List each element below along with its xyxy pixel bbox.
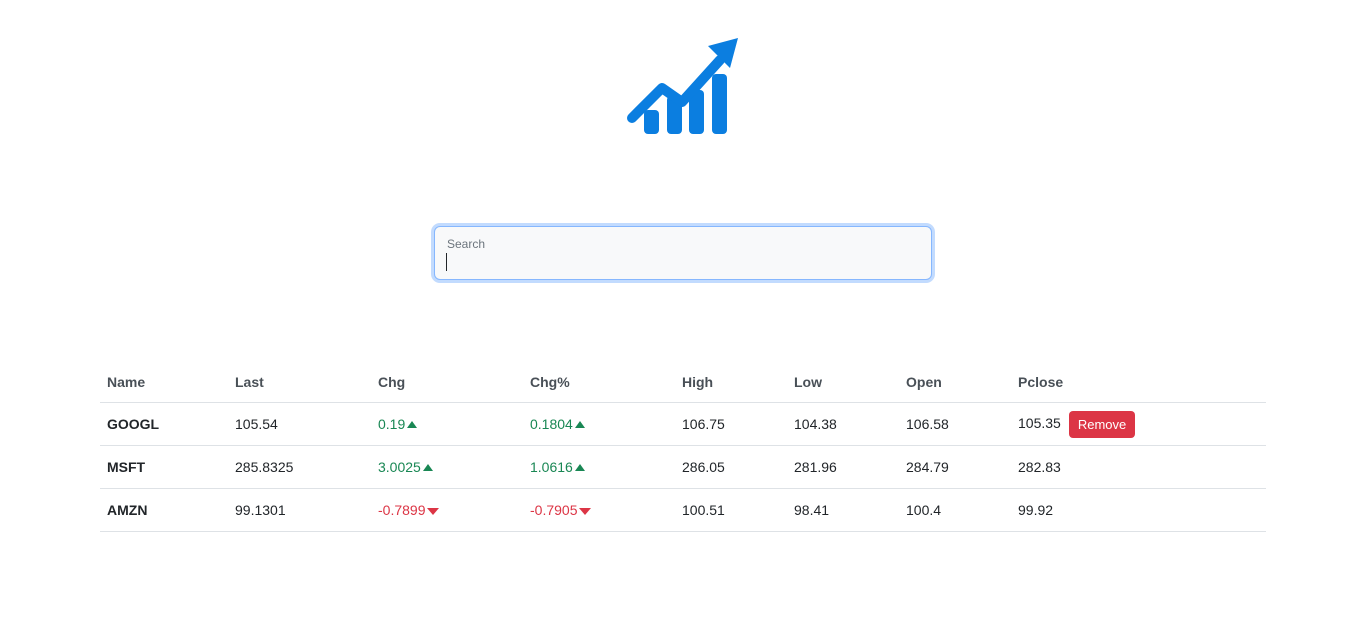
triangle-up-icon — [422, 463, 433, 471]
pclose-value: 99.92 — [1018, 502, 1054, 518]
cell-chg: 0.19 — [371, 402, 523, 446]
cell-open: 284.79 — [899, 445, 1011, 489]
cell-chg: 3.0025 — [371, 445, 523, 489]
column-header-open: Open — [899, 362, 1011, 403]
chg-value: 3.0025 — [378, 459, 421, 475]
cell-low: 281.96 — [787, 445, 899, 489]
pclose-value: 105.35 — [1018, 414, 1061, 431]
triangle-up-icon — [574, 463, 585, 471]
chg-pct-value: 1.0616 — [530, 459, 573, 475]
cell-high: 106.75 — [675, 402, 787, 446]
search-input[interactable] — [443, 251, 917, 275]
triangle-down-icon — [579, 507, 592, 515]
remove-button[interactable]: Remove — [1068, 410, 1136, 438]
cell-low: 98.41 — [787, 488, 899, 532]
cell-name: GOOGL — [100, 402, 228, 446]
column-header-chg-pct: Chg% — [523, 362, 675, 403]
column-header-high: High — [675, 362, 787, 403]
triangle-down-icon — [427, 507, 440, 515]
chg-pct-value: -0.7905 — [530, 502, 578, 518]
table-row: GOOGL 105.54 0.19 0.1804 106.75 104.38 1… — [100, 402, 1266, 446]
cell-pclose: 99.92 — [1011, 488, 1266, 532]
cell-chg-pct: -0.7905 — [523, 488, 675, 532]
search-box[interactable]: Search — [434, 226, 932, 280]
cell-high: 100.51 — [675, 488, 787, 532]
column-header-chg: Chg — [371, 362, 523, 403]
cell-last: 105.54 — [228, 402, 371, 446]
cell-name: AMZN — [100, 488, 228, 532]
chg-value: 0.19 — [378, 416, 406, 432]
chart-line-up-icon — [627, 38, 738, 134]
cell-open: 106.58 — [899, 402, 1011, 446]
table-header-row: Name Last Chg Chg% High Low Open Pclose — [100, 362, 1266, 403]
cell-last: 99.1301 — [228, 488, 371, 532]
cell-pclose: 105.35 Remove — [1011, 402, 1266, 446]
cell-chg-pct: 1.0616 — [523, 445, 675, 489]
column-header-low: Low — [787, 362, 899, 403]
logo — [624, 34, 744, 138]
cell-name: MSFT — [100, 445, 228, 489]
column-header-last: Last — [228, 362, 371, 403]
column-header-pclose: Pclose — [1011, 362, 1266, 403]
cell-low: 104.38 — [787, 402, 899, 446]
chg-value: -0.7899 — [378, 502, 426, 518]
table-row: AMZN 99.1301 -0.7899 -0.7905 100.51 98.4… — [100, 488, 1266, 532]
triangle-up-icon — [407, 420, 418, 428]
cell-open: 100.4 — [899, 488, 1011, 532]
cell-last: 285.8325 — [228, 445, 371, 489]
chg-pct-value: 0.1804 — [530, 416, 573, 432]
column-header-name: Name — [100, 362, 228, 403]
cell-high: 286.05 — [675, 445, 787, 489]
triangle-up-icon — [574, 420, 585, 428]
cell-chg-pct: 0.1804 — [523, 402, 675, 446]
cell-chg: -0.7899 — [371, 488, 523, 532]
cell-pclose: 282.83 — [1011, 445, 1266, 489]
table-row: MSFT 285.8325 3.0025 1.0616 286.05 281.9… — [100, 445, 1266, 489]
quotes-table: Name Last Chg Chg% High Low Open Pclose … — [100, 362, 1266, 532]
pclose-value: 282.83 — [1018, 459, 1061, 475]
search-label: Search — [447, 237, 486, 251]
text-caret — [446, 253, 447, 271]
